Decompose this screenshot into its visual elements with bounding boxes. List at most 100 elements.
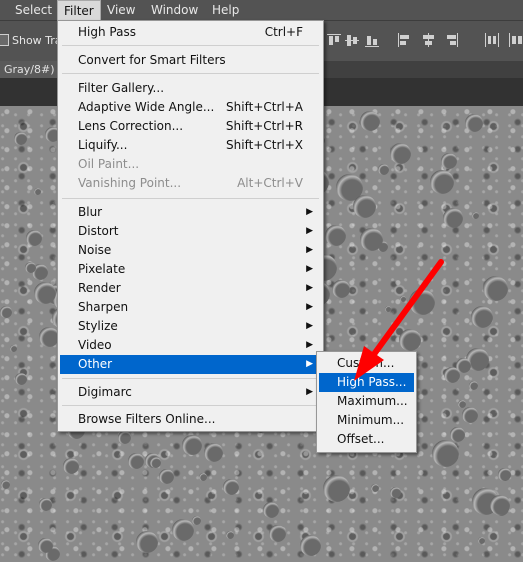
menu-item-noise[interactable]: Noise ▶ [60, 241, 321, 260]
menu-separator [62, 378, 319, 379]
canvas-texture-crater [118, 431, 131, 444]
show-transform-checkbox[interactable] [0, 34, 9, 46]
canvas-texture-crater [490, 495, 510, 515]
menu-filter[interactable]: Filter [57, 0, 101, 20]
menu-item-sharpen[interactable]: Sharpen ▶ [60, 298, 321, 317]
menu-item-label: Pixelate [78, 262, 126, 276]
menu-item-video[interactable]: Video ▶ [60, 336, 321, 355]
menu-item-label: Video [78, 338, 112, 352]
menu-item-browse-filters-online[interactable]: Browse Filters Online... [60, 410, 321, 429]
menu-item-digimarc[interactable]: Digimarc ▶ [60, 383, 321, 402]
align-vertical-center-icon[interactable] [344, 32, 360, 48]
canvas-texture-crater [465, 114, 483, 132]
menu-item-label: Digimarc [78, 385, 132, 399]
align-bottom-icon[interactable] [364, 32, 380, 48]
canvas-texture-crater [450, 427, 465, 442]
menu-separator [62, 405, 319, 406]
canvas-texture-crater [34, 282, 56, 304]
canvas-texture-crater [300, 535, 321, 556]
canvas-texture-crater [385, 306, 391, 312]
menu-item-label: Liquify... [78, 138, 128, 152]
menu-item-label: Stylize [78, 319, 118, 333]
canvas-texture-crater [39, 327, 59, 347]
canvas-texture-crater [399, 329, 421, 351]
submenu-item-label: Offset... [337, 432, 385, 446]
menu-item-label: Blur [78, 205, 103, 219]
menu-item-shortcut: Shift+Ctrl+A [226, 100, 303, 114]
submenu-arrow-icon: ▶ [306, 340, 313, 350]
canvas-texture-crater [26, 230, 42, 246]
menu-item-convert-smart-filters[interactable]: Convert for Smart Filters [60, 51, 321, 70]
submenu-item-label: High Pass... [337, 375, 407, 389]
canvas-texture-crater [325, 225, 346, 246]
submenu-item-high-pass[interactable]: High Pass... [319, 373, 414, 392]
canvas-texture-crater [10, 345, 17, 352]
distribute-spacing-icon[interactable] [508, 32, 523, 48]
canvas-texture-crater [360, 228, 383, 251]
menu-item-label: Render [78, 281, 121, 295]
menu-item-shortcut: Alt+Ctrl+V [237, 176, 303, 190]
menu-item-liquify[interactable]: Liquify... Shift+Ctrl+X [60, 136, 321, 155]
menu-item-label: Vanishing Point... [78, 176, 182, 190]
menu-item-label: Noise [78, 243, 112, 257]
submenu-arrow-icon: ▶ [306, 321, 313, 331]
canvas-texture-crater [38, 538, 53, 553]
canvas-texture-crater [63, 458, 79, 474]
menu-item-pixelate[interactable]: Pixelate ▶ [60, 260, 321, 279]
canvas-texture-crater [478, 537, 485, 544]
menu-view[interactable]: View [101, 0, 141, 20]
menu-separator [62, 73, 319, 74]
menu-item-blur[interactable]: Blur ▶ [60, 203, 321, 222]
menu-item-shortcut: Ctrl+F [264, 25, 303, 39]
submenu-item-maximum[interactable]: Maximum... [319, 392, 414, 411]
menu-window[interactable]: Window [145, 0, 204, 20]
canvas-texture-crater [409, 289, 435, 315]
menu-item-label: Other [78, 357, 113, 371]
menu-item-label: Convert for Smart Filters [78, 53, 226, 67]
canvas-texture-crater [1, 480, 10, 489]
menu-item-stylize[interactable]: Stylize ▶ [60, 317, 321, 336]
canvas-texture-crater [472, 212, 479, 219]
canvas-texture-crater [128, 453, 144, 469]
canvas-texture-crater [483, 276, 508, 301]
canvas-texture-crater [441, 153, 457, 169]
canvas-texture-crater [199, 473, 207, 481]
canvas-texture-crater [39, 498, 52, 511]
align-top-icon[interactable] [326, 32, 342, 48]
menu-item-label: Browse Filters Online... [78, 412, 216, 426]
distribute-icon[interactable] [484, 32, 500, 48]
menu-item-adaptive-wide-angle[interactable]: Adaptive Wide Angle... Shift+Ctrl+A [60, 98, 321, 117]
menu-item-label: Oil Paint... [78, 157, 140, 171]
submenu-arrow-icon: ▶ [306, 283, 313, 293]
submenu-item-minimum[interactable]: Minimum... [319, 411, 414, 430]
submenu-arrow-icon: ▶ [306, 302, 313, 312]
menu-select[interactable]: Select [9, 0, 58, 20]
menu-item-last-filter[interactable]: High Pass Ctrl+F [60, 23, 321, 42]
canvas-texture-crater [390, 487, 401, 498]
canvas-texture-crater [462, 407, 478, 423]
menu-separator [62, 198, 319, 199]
menu-item-label: Filter Gallery... [78, 81, 165, 95]
canvas-texture-crater [192, 516, 201, 525]
canvas-texture-crater [226, 531, 234, 539]
align-right-icon[interactable] [444, 32, 460, 48]
menu-item-shortcut: Shift+Ctrl+R [225, 119, 303, 133]
align-left-icon[interactable] [396, 32, 412, 48]
menu-item-other[interactable]: Other ▶ [60, 355, 321, 374]
submenu-item-custom[interactable]: Custom... [319, 354, 414, 373]
menu-item-filter-gallery[interactable]: Filter Gallery... [60, 79, 321, 98]
menu-item-distort[interactable]: Distort ▶ [60, 222, 321, 241]
submenu-item-offset[interactable]: Offset... [319, 430, 414, 449]
submenu-arrow-icon: ▶ [306, 207, 313, 217]
submenu-item-label: Minimum... [337, 413, 405, 427]
canvas-texture-crater [150, 457, 161, 468]
canvas-texture-crater [498, 468, 511, 481]
menu-item-lens-correction[interactable]: Lens Correction... Shift+Ctrl+R [60, 117, 321, 136]
canvas-texture-crater [34, 188, 41, 195]
menu-item-render[interactable]: Render ▶ [60, 279, 321, 298]
canvas-texture-crater [182, 435, 202, 455]
align-horizontal-center-icon[interactable] [420, 32, 436, 48]
canvas-texture-crater [353, 195, 376, 218]
menu-item-label: Adaptive Wide Angle... [78, 100, 215, 114]
menu-help[interactable]: Help [206, 0, 245, 20]
